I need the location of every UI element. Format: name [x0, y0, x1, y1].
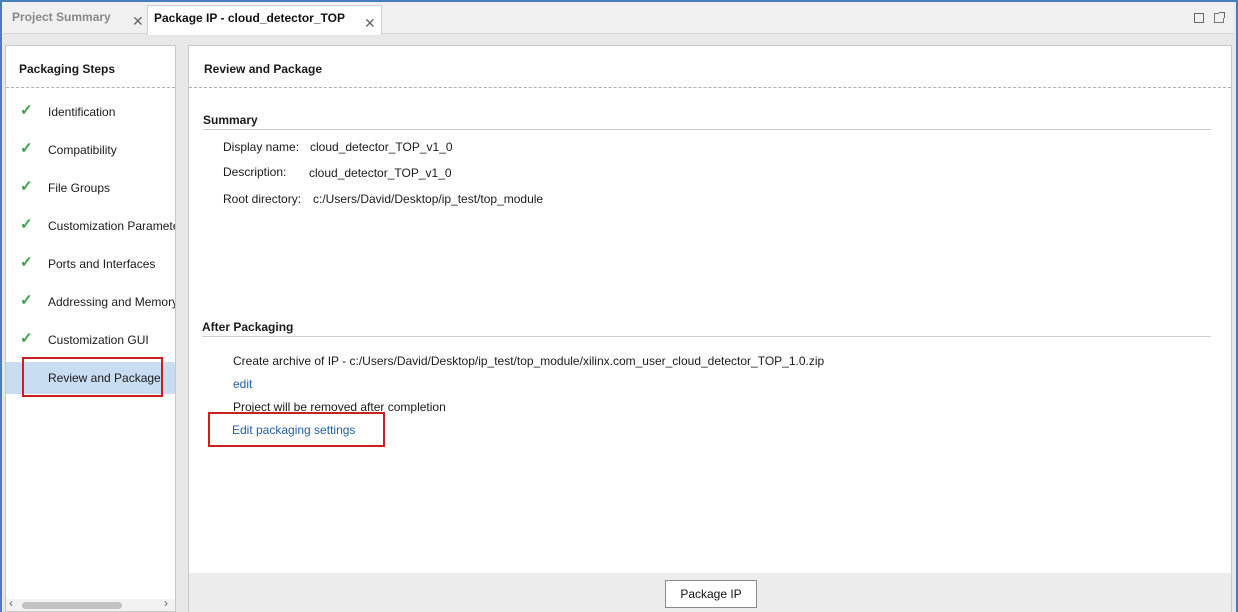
- step-customization-parameters[interactable]: ✓ Customization Parameters: [6, 210, 175, 242]
- step-label: Customization GUI: [48, 333, 149, 347]
- page-title: Review and Package: [204, 62, 323, 76]
- description-label: Description:: [223, 165, 287, 179]
- checkmark-icon: ✓: [20, 216, 33, 233]
- display-name-label: Display name:: [223, 140, 300, 154]
- summary-heading: Summary: [203, 113, 258, 127]
- after-packaging-heading: After Packaging: [202, 320, 294, 334]
- checkmark-icon: ✓: [20, 140, 33, 157]
- step-compatibility[interactable]: ✓ Compatibility: [6, 134, 175, 166]
- tab-package-ip[interactable]: Package IP - cloud_detector_TOP ✕: [147, 5, 382, 35]
- step-label: Review and Package: [48, 371, 161, 385]
- button-bar: Package IP: [189, 573, 1231, 612]
- checkmark-icon: ✓: [20, 330, 33, 347]
- archive-text: Create archive of IP - c:/Users/David/De…: [233, 354, 825, 368]
- tab-bar: Project Summary ✕ Package IP - cloud_det…: [2, 2, 1234, 35]
- tab-project-summary[interactable]: Project Summary ✕: [6, 4, 146, 34]
- step-file-groups[interactable]: ✓ File Groups: [6, 172, 175, 204]
- packaging-steps-panel: Packaging Steps ✓ Identification ✓ Compa…: [5, 45, 176, 612]
- checkmark-icon: ✓: [20, 254, 33, 271]
- panel-header: Packaging Steps: [6, 46, 175, 88]
- step-label: Addressing and Memory: [48, 295, 175, 309]
- step-addressing-and-memory[interactable]: ✓ Addressing and Memory: [6, 286, 175, 318]
- section-divider: [202, 336, 1211, 337]
- edit-packaging-settings-link[interactable]: Edit packaging settings: [232, 423, 355, 437]
- root-directory-value: c:/Users/David/Desktop/ip_test/top_modul…: [313, 192, 544, 206]
- maximize-icon[interactable]: [1194, 13, 1204, 23]
- tab-label: Package IP - cloud_detector_TOP: [154, 11, 345, 25]
- root-directory-label: Root directory:: [223, 192, 302, 206]
- project-removed-text: Project will be removed after completion: [233, 400, 446, 414]
- step-label: Compatibility: [48, 143, 117, 157]
- package-ip-button[interactable]: Package IP: [665, 580, 757, 608]
- close-icon[interactable]: ✕: [364, 8, 376, 38]
- checkmark-icon: ✓: [20, 102, 33, 119]
- step-label: Ports and Interfaces: [48, 257, 156, 271]
- review-package-panel: Review and Package Summary Display name:…: [188, 45, 1232, 612]
- step-review-and-package[interactable]: Review and Package: [6, 362, 175, 394]
- step-label: Customization Parameters: [48, 219, 175, 233]
- scroll-left-icon[interactable]: ‹: [9, 596, 13, 610]
- float-window-icon[interactable]: [1214, 12, 1225, 23]
- horizontal-scrollbar[interactable]: ‹ ›: [6, 596, 175, 611]
- panel-header: Review and Package: [189, 46, 1231, 88]
- edit-archive-link[interactable]: edit: [233, 377, 252, 391]
- step-label: Identification: [48, 105, 116, 119]
- step-customization-gui[interactable]: ✓ Customization GUI: [6, 324, 175, 356]
- step-ports-and-interfaces[interactable]: ✓ Ports and Interfaces: [6, 248, 175, 280]
- tab-label: Project Summary: [12, 10, 111, 24]
- section-divider: [203, 129, 1211, 130]
- step-identification[interactable]: ✓ Identification: [6, 96, 175, 128]
- scroll-right-icon[interactable]: ›: [164, 596, 168, 610]
- checkmark-icon: ✓: [20, 292, 33, 309]
- display-name-value: cloud_detector_TOP_v1_0: [310, 140, 453, 154]
- step-label: File Groups: [48, 181, 111, 195]
- close-icon[interactable]: ✕: [132, 6, 144, 36]
- panel-title: Packaging Steps: [19, 62, 116, 76]
- description-value: cloud_detector_TOP_v1_0: [309, 166, 452, 180]
- scrollbar-thumb[interactable]: [22, 602, 122, 609]
- checkmark-icon: ✓: [20, 178, 33, 195]
